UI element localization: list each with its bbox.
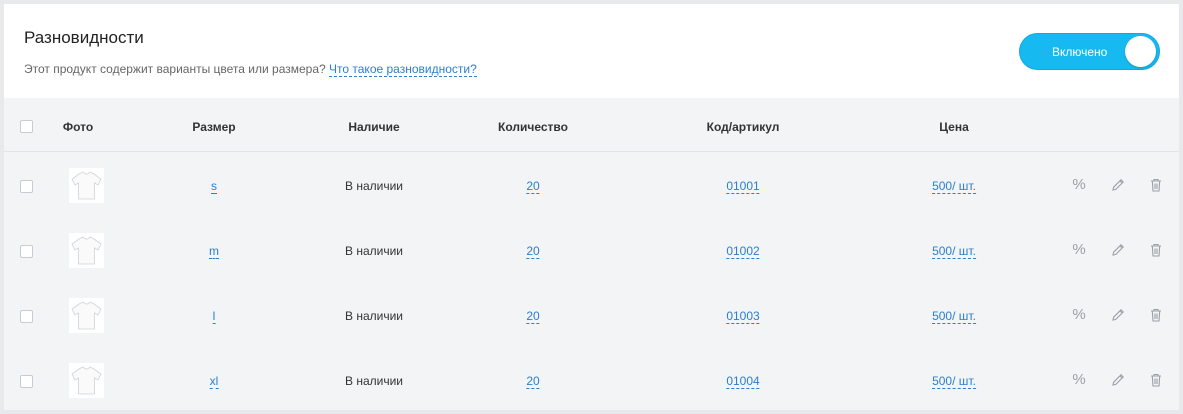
row-checkbox[interactable] <box>20 245 33 258</box>
row-checkbox[interactable] <box>20 375 33 388</box>
table-bottom-border <box>4 410 1179 414</box>
size-link[interactable]: s <box>211 179 217 194</box>
price-link[interactable]: 500/ шт. <box>932 179 976 194</box>
trash-icon[interactable] <box>1148 242 1164 258</box>
discount-button[interactable]: % <box>1071 242 1087 258</box>
table-row: s В наличии 20 01001 500/ шт. % <box>4 153 1179 218</box>
column-header-size: Размер <box>192 120 236 134</box>
variants-toggle[interactable]: Включено <box>1019 33 1160 70</box>
tshirt-icon[interactable] <box>69 168 104 203</box>
pencil-icon[interactable] <box>1110 307 1126 323</box>
select-all-checkbox[interactable] <box>20 120 33 133</box>
sku-link[interactable]: 01003 <box>726 309 760 324</box>
variants-panel: Разновидности Этот продукт содержит вари… <box>4 4 1179 414</box>
price-link[interactable]: 500/ шт. <box>932 309 976 324</box>
pencil-icon[interactable] <box>1110 177 1126 193</box>
variants-table: Фото Размер Наличие Количество Код/артик… <box>4 98 1179 414</box>
trash-icon[interactable] <box>1148 177 1164 193</box>
sku-link[interactable]: 01004 <box>726 374 760 389</box>
row-checkbox[interactable] <box>20 180 33 193</box>
tshirt-icon[interactable] <box>69 233 104 268</box>
subtitle-text: Этот продукт содержит варианты цвета или… <box>24 62 326 76</box>
price-link[interactable]: 500/ шт. <box>932 244 976 259</box>
column-header-price: Цена <box>939 120 969 134</box>
tshirt-icon[interactable] <box>69 363 104 398</box>
sku-link[interactable]: 01001 <box>726 179 760 194</box>
size-link[interactable]: l <box>212 309 216 324</box>
table-row: m В наличии 20 01002 500/ шт. % <box>4 218 1179 283</box>
trash-icon[interactable] <box>1148 372 1164 388</box>
quantity-link[interactable]: 20 <box>526 374 540 389</box>
page-title: Разновидности <box>24 28 144 47</box>
variants-subtitle: Этот продукт содержит варианты цвета или… <box>24 62 477 77</box>
quantity-link[interactable]: 20 <box>526 244 540 259</box>
row-checkbox[interactable] <box>20 310 33 323</box>
availability-text: В наличии <box>344 309 404 323</box>
availability-text: В наличии <box>344 374 404 388</box>
quantity-link[interactable]: 20 <box>526 179 540 194</box>
availability-text: В наличии <box>344 179 404 193</box>
column-header-photo: Фото <box>62 120 94 134</box>
column-header-quantity: Количество <box>498 120 568 134</box>
table-row: xl В наличии 20 01004 500/ шт. % <box>4 348 1179 413</box>
pencil-icon[interactable] <box>1110 242 1126 258</box>
price-link[interactable]: 500/ шт. <box>932 374 976 389</box>
table-header-row: Фото Размер Наличие Количество Код/артик… <box>4 98 1179 152</box>
tshirt-icon[interactable] <box>69 298 104 333</box>
size-link[interactable]: m <box>209 244 219 259</box>
column-header-availability: Наличие <box>348 120 400 134</box>
toggle-label: Включено <box>1052 45 1108 59</box>
column-header-sku: Код/артикул <box>706 120 780 134</box>
toggle-knob <box>1125 36 1156 67</box>
size-link[interactable]: xl <box>209 374 219 389</box>
availability-text: В наличии <box>344 244 404 258</box>
pencil-icon[interactable] <box>1110 372 1126 388</box>
discount-button[interactable]: % <box>1071 372 1087 388</box>
trash-icon[interactable] <box>1148 307 1164 323</box>
quantity-link[interactable]: 20 <box>526 309 540 324</box>
discount-button[interactable]: % <box>1071 307 1087 323</box>
table-row: l В наличии 20 01003 500/ шт. % <box>4 283 1179 348</box>
help-link[interactable]: Что такое разновидности? <box>329 62 477 77</box>
variants-header: Разновидности Этот продукт содержит вари… <box>4 4 1179 98</box>
discount-button[interactable]: % <box>1071 177 1087 193</box>
sku-link[interactable]: 01002 <box>726 244 760 259</box>
